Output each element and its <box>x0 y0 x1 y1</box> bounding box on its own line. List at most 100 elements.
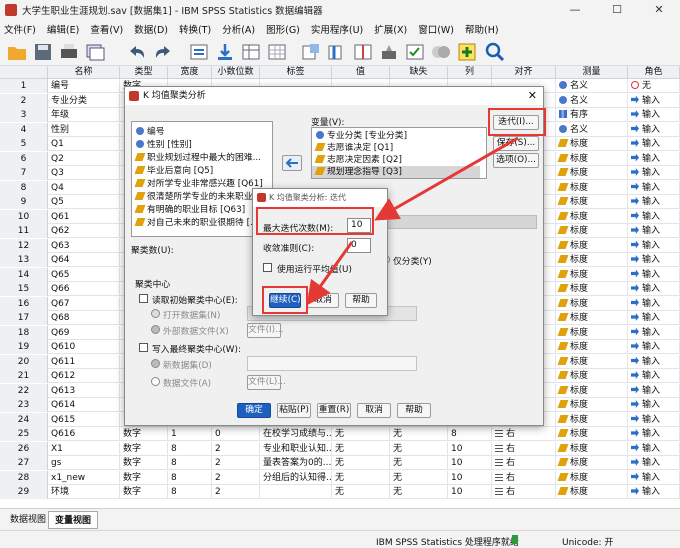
cell-measure[interactable]: 标度 <box>556 267 628 282</box>
cell-name[interactable]: Q611 <box>48 354 120 369</box>
col-header-width[interactable]: 宽度 <box>168 66 212 79</box>
cell-role[interactable]: 输入 <box>628 296 680 311</box>
cell-name[interactable]: Q61 <box>48 209 120 224</box>
cell-role[interactable]: 输入 <box>628 354 680 369</box>
cell-role[interactable]: 输入 <box>628 340 680 354</box>
cell-label[interactable]: 分组后的认知得... <box>260 470 332 485</box>
cell-miss[interactable]: 无 <box>390 456 448 470</box>
cell-role[interactable]: 输入 <box>628 93 680 108</box>
case-label-field[interactable] <box>387 215 537 229</box>
cell-measure[interactable]: 标度 <box>556 412 628 427</box>
open-icon[interactable] <box>6 41 28 63</box>
cell-role[interactable]: 输入 <box>628 485 680 499</box>
new-dataset-radio[interactable] <box>151 359 160 368</box>
move-right-arrow-icon[interactable] <box>282 155 302 171</box>
cell-measure[interactable]: 标度 <box>556 485 628 499</box>
variables-icon[interactable] <box>240 41 262 63</box>
use-sets-icon[interactable] <box>456 41 478 63</box>
col-header-name[interactable]: 名称 <box>48 66 120 79</box>
split-file-icon[interactable] <box>352 41 374 63</box>
undo-icon[interactable] <box>126 41 148 63</box>
table-row[interactable]: 29 环境 数字 8 2 无无 10 右标度 输入 <box>0 485 680 499</box>
cell-measure[interactable]: 标度 <box>556 311 628 325</box>
cell-name[interactable]: Q2 <box>48 151 120 166</box>
cell-val[interactable]: 无 <box>332 427 390 441</box>
cell-type[interactable]: 数字 <box>120 456 168 470</box>
help-button[interactable]: 帮助 <box>345 293 377 308</box>
cell-measure[interactable]: 标度 <box>556 209 628 224</box>
cell-type[interactable]: 数字 <box>120 427 168 441</box>
row-number[interactable]: 16 <box>0 296 48 311</box>
row-number[interactable]: 3 <box>0 108 48 122</box>
cell-val[interactable]: 无 <box>332 485 390 499</box>
cell-align[interactable]: 右 <box>492 485 556 499</box>
row-number[interactable]: 13 <box>0 253 48 267</box>
cell-measure[interactable]: 标度 <box>556 195 628 209</box>
row-number[interactable]: 4 <box>0 122 48 137</box>
cell-measure[interactable]: 标度 <box>556 296 628 311</box>
cell-measure[interactable]: 标度 <box>556 224 628 238</box>
cell-name[interactable]: Q68 <box>48 311 120 325</box>
table-row[interactable]: 25 Q616 数字 1 0 在校学习成绩与... 无无 8 右标度 输入 <box>0 427 680 441</box>
save-icon[interactable] <box>32 41 54 63</box>
cell-type[interactable]: 数字 <box>120 470 168 485</box>
row-number[interactable]: 11 <box>0 224 48 238</box>
row-number[interactable]: 12 <box>0 238 48 253</box>
cell-measure[interactable]: 标度 <box>556 441 628 456</box>
cell-miss[interactable]: 无 <box>390 427 448 441</box>
cell-role[interactable]: 输入 <box>628 398 680 412</box>
row-number[interactable]: 27 <box>0 456 48 470</box>
cell-measure[interactable]: 名义 <box>556 79 628 93</box>
options-button[interactable]: 选项(O)... <box>493 153 539 168</box>
insert-cases-icon[interactable] <box>300 41 322 63</box>
menu-file[interactable]: 文件(F) <box>4 22 36 36</box>
cell-align[interactable]: 右 <box>492 456 556 470</box>
cell-measure[interactable]: 标度 <box>556 137 628 151</box>
cell-name[interactable]: Q614 <box>48 398 120 412</box>
table-row[interactable]: 28 x1_new 数字 8 2 分组后的认知得... 无无 10 右标度 输入 <box>0 470 680 485</box>
row-number[interactable]: 2 <box>0 93 48 108</box>
list-item[interactable]: 很清楚所学专业的未来职业... <box>134 191 261 203</box>
weight-cases-icon[interactable] <box>378 41 400 63</box>
cell-dec[interactable]: 2 <box>212 485 260 499</box>
cell-role[interactable]: 输入 <box>628 209 680 224</box>
list-item[interactable]: 毕业后意向 [Q5] <box>134 165 213 177</box>
cell-measure[interactable]: 标度 <box>556 253 628 267</box>
cell-role[interactable]: 无 <box>628 79 680 93</box>
row-number[interactable]: 24 <box>0 412 48 427</box>
cell-role[interactable]: 输入 <box>628 311 680 325</box>
goto-case-icon[interactable] <box>188 41 210 63</box>
cell-name[interactable]: Q62 <box>48 224 120 238</box>
cell-type[interactable]: 数字 <box>120 485 168 499</box>
cell-measure[interactable]: 标度 <box>556 151 628 166</box>
cell-width[interactable]: 8 <box>168 470 212 485</box>
cell-col[interactable]: 10 <box>448 456 492 470</box>
cell-role[interactable]: 输入 <box>628 253 680 267</box>
cell-align[interactable]: 右 <box>492 441 556 456</box>
row-number[interactable]: 15 <box>0 282 48 296</box>
list-item[interactable]: 编号 <box>136 126 165 138</box>
cell-role[interactable]: 输入 <box>628 383 680 398</box>
col-header-columns[interactable]: 列 <box>448 66 492 79</box>
list-item[interactable]: 职业规划过程中最大的困难... <box>134 152 261 164</box>
cell-name[interactable]: Q5 <box>48 195 120 209</box>
cell-measure[interactable]: 标度 <box>556 354 628 369</box>
cell-measure[interactable]: 标度 <box>556 427 628 441</box>
cell-name[interactable]: Q1 <box>48 137 120 151</box>
col-header-measure[interactable]: 测量 <box>556 66 628 79</box>
cell-name[interactable]: 环境 <box>48 485 120 499</box>
cell-dec[interactable]: 2 <box>212 470 260 485</box>
file-button[interactable]: 文件(I)... <box>247 323 283 338</box>
cell-type[interactable]: 数字 <box>120 441 168 456</box>
cell-measure[interactable]: 标度 <box>556 340 628 354</box>
cell-measure[interactable]: 标度 <box>556 180 628 195</box>
redo-icon[interactable] <box>152 41 174 63</box>
cell-role[interactable]: 输入 <box>628 195 680 209</box>
cell-width[interactable]: 8 <box>168 441 212 456</box>
cell-role[interactable]: 输入 <box>628 166 680 180</box>
cell-measure[interactable]: 标度 <box>556 282 628 296</box>
target-variable-list[interactable]: 专业分类 [专业分类] 志愿谁决定 [Q1] 志愿决定因素 [Q2] 规划理念指… <box>311 127 487 179</box>
cell-col[interactable]: 10 <box>448 470 492 485</box>
cell-role[interactable]: 输入 <box>628 238 680 253</box>
cell-role[interactable]: 输入 <box>628 325 680 340</box>
